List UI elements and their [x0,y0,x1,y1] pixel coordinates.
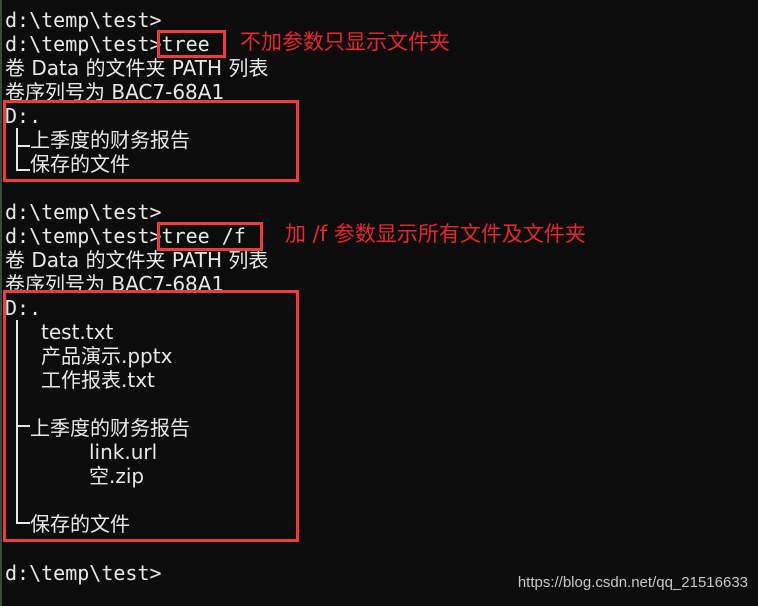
highlight-box-command [157,30,226,58]
prompt-line: d:\temp\test> [5,200,162,224]
final-prompt[interactable]: d:\temp\test> [5,561,162,585]
output-header-line1: 卷 Data 的文件夹 PATH 列表 [5,56,269,80]
window-edge [0,0,2,606]
highlight-box-output [3,290,299,542]
command-prompt: d:\temp\test> [5,32,162,56]
highlight-box-output [3,100,299,182]
terminal-window[interactable]: d:\temp\test> d:\temp\test>tree 不加参数只显示文… [0,0,758,606]
annotation-no-params: 不加参数只显示文件夹 [240,30,450,54]
prompt-line: d:\temp\test> [5,8,162,32]
command-prompt: d:\temp\test> [5,224,162,248]
output-header-line1: 卷 Data 的文件夹 PATH 列表 [5,248,269,272]
highlight-box-command [157,222,263,251]
annotation-f-param: 加 /f 参数显示所有文件及文件夹 [285,222,586,246]
watermark: https://blog.csdn.net/qq_21516633 [517,574,748,591]
